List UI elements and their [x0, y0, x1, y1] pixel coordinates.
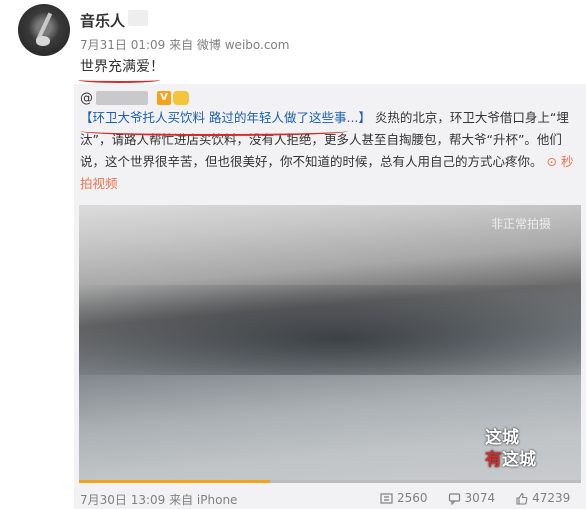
- post-meta[interactable]: 7月31日 01:09 来自 微博 weibo.com: [80, 36, 289, 53]
- video-frame-shadow: [79, 285, 581, 375]
- repost-user-prefix[interactable]: @: [80, 91, 93, 106]
- repost-action[interactable]: 2560: [380, 491, 428, 505]
- annotation-underline: [78, 77, 160, 83]
- repost-body: 【环卫大爷托人买饮料 路过的年轻人做了这些事...】 炎热的北京，环卫大爷借口身…: [80, 107, 580, 195]
- video-link-icon: ⊙: [546, 154, 557, 169]
- topic-link[interactable]: 【环卫大爷托人买饮料 路过的年轻人做了这些事...】: [80, 110, 371, 125]
- emoji-icon: [173, 91, 189, 105]
- logo-line2: 有这城: [485, 450, 536, 470]
- author-avatar[interactable]: [18, 4, 70, 56]
- comment-action[interactable]: 3074: [448, 491, 496, 505]
- repost-footer-time[interactable]: 7月30日 13:09 来自 iPhone: [80, 491, 237, 508]
- topic-annotation-underline: [80, 126, 348, 136]
- guitar-body-icon: [36, 36, 50, 46]
- author-name-blur: [128, 10, 148, 26]
- repost-icon: [380, 492, 393, 504]
- author-name[interactable]: 音乐人: [80, 10, 125, 31]
- video-player[interactable]: 非正常拍摄 这城 有这城: [79, 205, 581, 483]
- channel-logo: 这城 有这城: [485, 427, 553, 475]
- repost-actions: 2560 3074 47239: [380, 491, 570, 505]
- video-progress-bar[interactable]: [79, 480, 581, 483]
- video-watermark: 非正常拍摄: [490, 217, 551, 231]
- repost-user-blur[interactable]: [96, 91, 148, 105]
- comment-icon: [448, 492, 460, 505]
- like-icon: [516, 492, 528, 505]
- like-count: 47239: [532, 491, 571, 505]
- weibo-post: 音乐人 7月31日 01:09 来自 微博 weibo.com 世界充满爱！ @…: [0, 0, 586, 509]
- comment-count: 3074: [464, 491, 496, 505]
- repost-count: 2560: [397, 491, 428, 505]
- verified-badge-icon: V: [157, 91, 171, 105]
- like-action[interactable]: 47239: [515, 491, 570, 505]
- video-progress-fill: [79, 480, 270, 483]
- post-text: 世界充满爱！: [80, 59, 164, 75]
- logo-line1: 这城: [485, 428, 519, 448]
